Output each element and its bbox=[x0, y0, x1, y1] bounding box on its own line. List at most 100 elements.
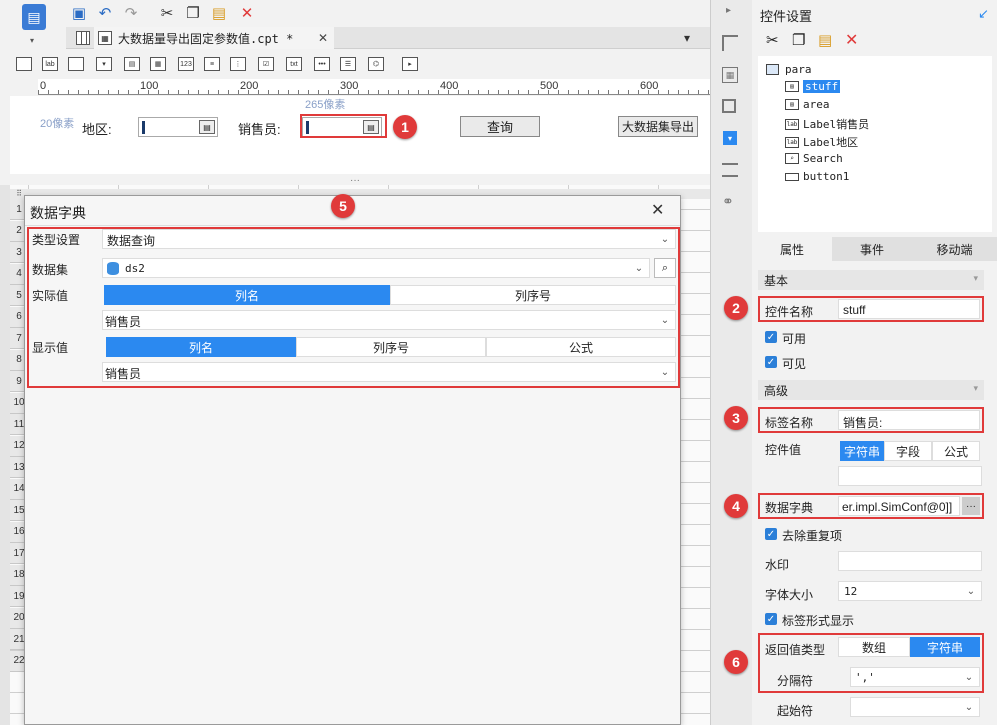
highlight-box bbox=[758, 407, 984, 433]
date-widget-icon[interactable]: ▤ bbox=[124, 57, 140, 71]
tree-item-area[interactable]: ▤ area bbox=[785, 98, 830, 111]
radio-widget-icon[interactable]: ⋮ bbox=[230, 57, 246, 71]
step-badge: 3 bbox=[724, 406, 748, 430]
watermark-label: 水印 bbox=[765, 558, 790, 572]
checkbox-widget-icon[interactable]: ☑ bbox=[258, 57, 274, 71]
tree-widget-icon[interactable]: ⌬ bbox=[368, 57, 384, 71]
tree-item-label: stuff bbox=[803, 80, 841, 93]
paste-icon[interactable]: ▤ bbox=[208, 2, 230, 24]
tree-root[interactable]: para bbox=[766, 63, 812, 76]
tree-item-search[interactable]: ⌕ Search bbox=[785, 152, 843, 165]
seller-label: 销售员: bbox=[238, 122, 281, 137]
close-tab-icon[interactable]: ✕ bbox=[318, 31, 328, 45]
size-hint-height: 20像素 bbox=[40, 118, 75, 130]
dialog-close-icon[interactable]: ✕ bbox=[651, 200, 664, 220]
dialog-title: 数据字典 bbox=[30, 205, 86, 221]
layout-icon[interactable] bbox=[722, 35, 738, 51]
ruler-tick: 200 bbox=[240, 80, 259, 92]
left-strip bbox=[0, 185, 10, 725]
tree-root-label: para bbox=[785, 63, 812, 76]
date-picker-icon[interactable]: ▤ bbox=[199, 120, 215, 134]
highlight-box bbox=[27, 227, 680, 388]
visible-checkbox[interactable]: ✓ bbox=[765, 356, 777, 368]
label-display-checkbox[interactable]: ✓ bbox=[765, 613, 777, 625]
tab-events[interactable]: 事件 bbox=[832, 237, 912, 261]
control-value-tab-formula[interactable]: 公式 bbox=[932, 441, 980, 461]
region-label: 地区: bbox=[82, 122, 112, 137]
file-widget-icon[interactable]: txt bbox=[286, 57, 302, 71]
number-widget-icon[interactable]: 123 bbox=[178, 57, 194, 71]
chevron-down-icon: ▾ bbox=[973, 383, 978, 393]
panel-title: 控件设置 bbox=[760, 9, 813, 24]
control-value-tab-string[interactable]: 字符串 bbox=[840, 441, 884, 461]
table-widget-icon[interactable]: ▦ bbox=[150, 57, 166, 71]
highlight-box bbox=[300, 114, 387, 138]
tab-properties[interactable]: 属性 bbox=[752, 237, 832, 261]
control-value-input[interactable] bbox=[838, 466, 982, 486]
file-tab[interactable]: ▦ 大数据量导出固定参数值.cpt * ✕ bbox=[94, 27, 334, 49]
watermark-input[interactable] bbox=[838, 551, 982, 571]
grid-icon[interactable] bbox=[76, 31, 90, 45]
tab-mobile[interactable]: 移动端 bbox=[912, 237, 997, 261]
section-advanced[interactable]: 高级 ▾ bbox=[758, 380, 984, 400]
tab-menu-icon[interactable]: ▾ bbox=[684, 31, 690, 45]
report-icon: ▦ bbox=[98, 31, 112, 45]
ruler-tick: 400 bbox=[440, 80, 459, 92]
query-button[interactable]: 查询 bbox=[460, 116, 540, 137]
link-icon[interactable]: ⚭ bbox=[722, 193, 734, 210]
step-badge: 1 bbox=[393, 115, 417, 139]
cut-icon[interactable]: ✂ bbox=[766, 31, 779, 49]
start-select[interactable]: ⌄ bbox=[850, 697, 980, 717]
more-widget-icon[interactable]: ▸ bbox=[402, 57, 418, 71]
combo-widget-icon[interactable]: ▾ bbox=[96, 57, 112, 71]
copy-icon[interactable]: ❐ bbox=[182, 2, 204, 24]
size-hint-width: 265像素 bbox=[305, 99, 346, 111]
tree-item-label-seller[interactable]: lab Label销售员 bbox=[785, 116, 869, 132]
widget-settings-icon[interactable]: ▾ bbox=[723, 131, 737, 145]
copy-icon[interactable]: ❐ bbox=[792, 31, 805, 49]
redo-icon[interactable]: ↷ bbox=[120, 2, 142, 24]
paste-icon[interactable]: ▤ bbox=[818, 31, 832, 49]
step-badge: 2 bbox=[724, 296, 748, 320]
list-widget-icon[interactable]: ☰ bbox=[340, 57, 356, 71]
start-label: 起始符 bbox=[777, 704, 814, 718]
delete-icon[interactable]: ✕ bbox=[845, 30, 858, 50]
text-cursor bbox=[142, 121, 145, 134]
export-button[interactable]: 大数据集导出 bbox=[618, 116, 698, 137]
tree-item-label: Label地区 bbox=[803, 136, 859, 149]
dedupe-checkbox[interactable]: ✓ bbox=[765, 528, 777, 540]
label-widget-icon[interactable]: lab bbox=[42, 57, 58, 71]
undo-icon[interactable]: ↶ bbox=[94, 2, 116, 24]
list-icon[interactable] bbox=[722, 163, 738, 177]
chevron-down-icon[interactable]: ▾ bbox=[30, 36, 34, 45]
enabled-checkbox[interactable]: ✓ bbox=[765, 331, 777, 343]
section-advanced-label: 高级 bbox=[764, 384, 789, 398]
password-widget-icon[interactable]: ••• bbox=[314, 57, 330, 71]
ruler-tick: 500 bbox=[540, 80, 559, 92]
tree-item-button1[interactable]: button1 bbox=[785, 170, 849, 183]
font-size-select[interactable]: 12 ⌄ bbox=[838, 581, 982, 601]
highlight-box bbox=[758, 493, 984, 519]
tree-item-stuff[interactable]: ▤ stuff bbox=[785, 80, 841, 93]
control-value-tab-field[interactable]: 字段 bbox=[884, 441, 932, 461]
expand-icon[interactable]: ↙ bbox=[978, 6, 989, 22]
dialog-divider bbox=[25, 225, 680, 226]
font-size-value: 12 bbox=[844, 585, 858, 598]
highlight-box bbox=[758, 633, 984, 693]
region-input[interactable]: ▤ bbox=[138, 117, 218, 137]
collapse-arrow-icon[interactable]: ▸ bbox=[726, 5, 731, 16]
save-icon[interactable]: ▣ bbox=[68, 2, 90, 24]
app-menu-icon[interactable]: ▤ bbox=[22, 4, 46, 30]
search-icon: ⌕ bbox=[785, 153, 799, 164]
frame-icon[interactable] bbox=[722, 99, 736, 113]
widget-info-icon[interactable]: ▦ bbox=[722, 67, 738, 83]
cut-icon[interactable]: ✂ bbox=[156, 2, 178, 24]
button-widget-icon[interactable] bbox=[68, 57, 84, 71]
section-basic[interactable]: 基本 ▾ bbox=[758, 270, 984, 290]
text-widget-icon[interactable] bbox=[16, 57, 32, 71]
delete-icon[interactable]: ✕ bbox=[236, 2, 258, 24]
tree-item-label-region[interactable]: lab Label地区 bbox=[785, 134, 858, 150]
textarea-widget-icon[interactable]: ≡ bbox=[204, 57, 220, 71]
step-badge: 5 bbox=[331, 194, 355, 218]
label-display-label: 标签形式显示 bbox=[782, 614, 855, 628]
